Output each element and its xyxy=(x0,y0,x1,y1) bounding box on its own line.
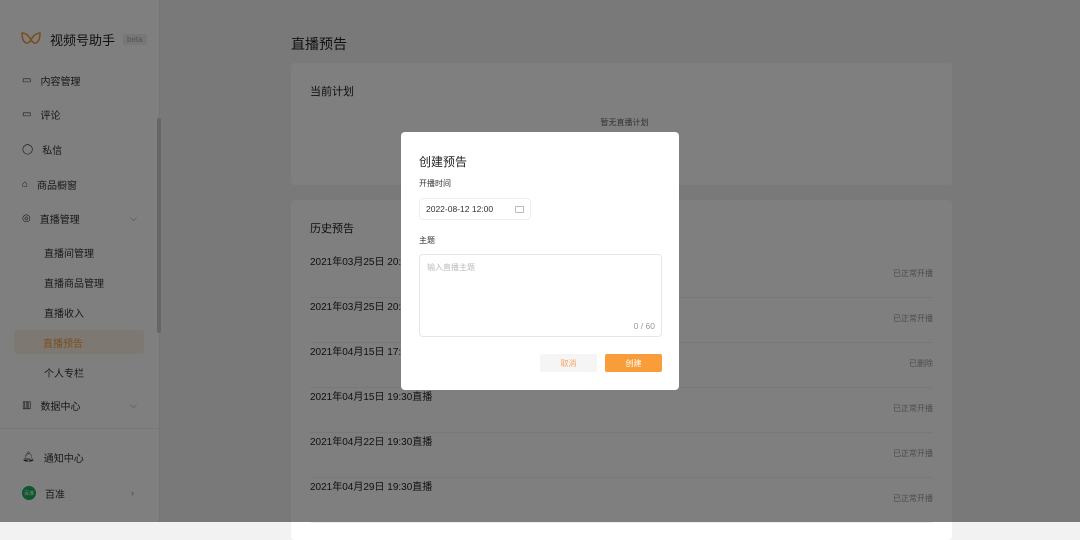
create-preview-dialog: 创建预告 开播时间 2022-08-12 12:00 主题 输入直播主题 0 / … xyxy=(401,132,679,390)
topic-input[interactable]: 输入直播主题 0 / 60 xyxy=(419,254,662,337)
start-time-value: 2022-08-12 12:00 xyxy=(426,204,494,214)
start-time-picker[interactable]: 2022-08-12 12:00 xyxy=(419,198,531,220)
topic-label: 主题 xyxy=(419,236,435,245)
char-count: 0 / 60 xyxy=(633,321,655,331)
topic-placeholder: 输入直播主题 xyxy=(427,263,475,272)
time-label: 开播时间 xyxy=(419,179,451,188)
dialog-title: 创建预告 xyxy=(419,155,468,169)
calendar-icon xyxy=(515,206,524,213)
create-button[interactable]: 创建 xyxy=(605,354,662,372)
cancel-button[interactable]: 取消 xyxy=(540,354,597,372)
